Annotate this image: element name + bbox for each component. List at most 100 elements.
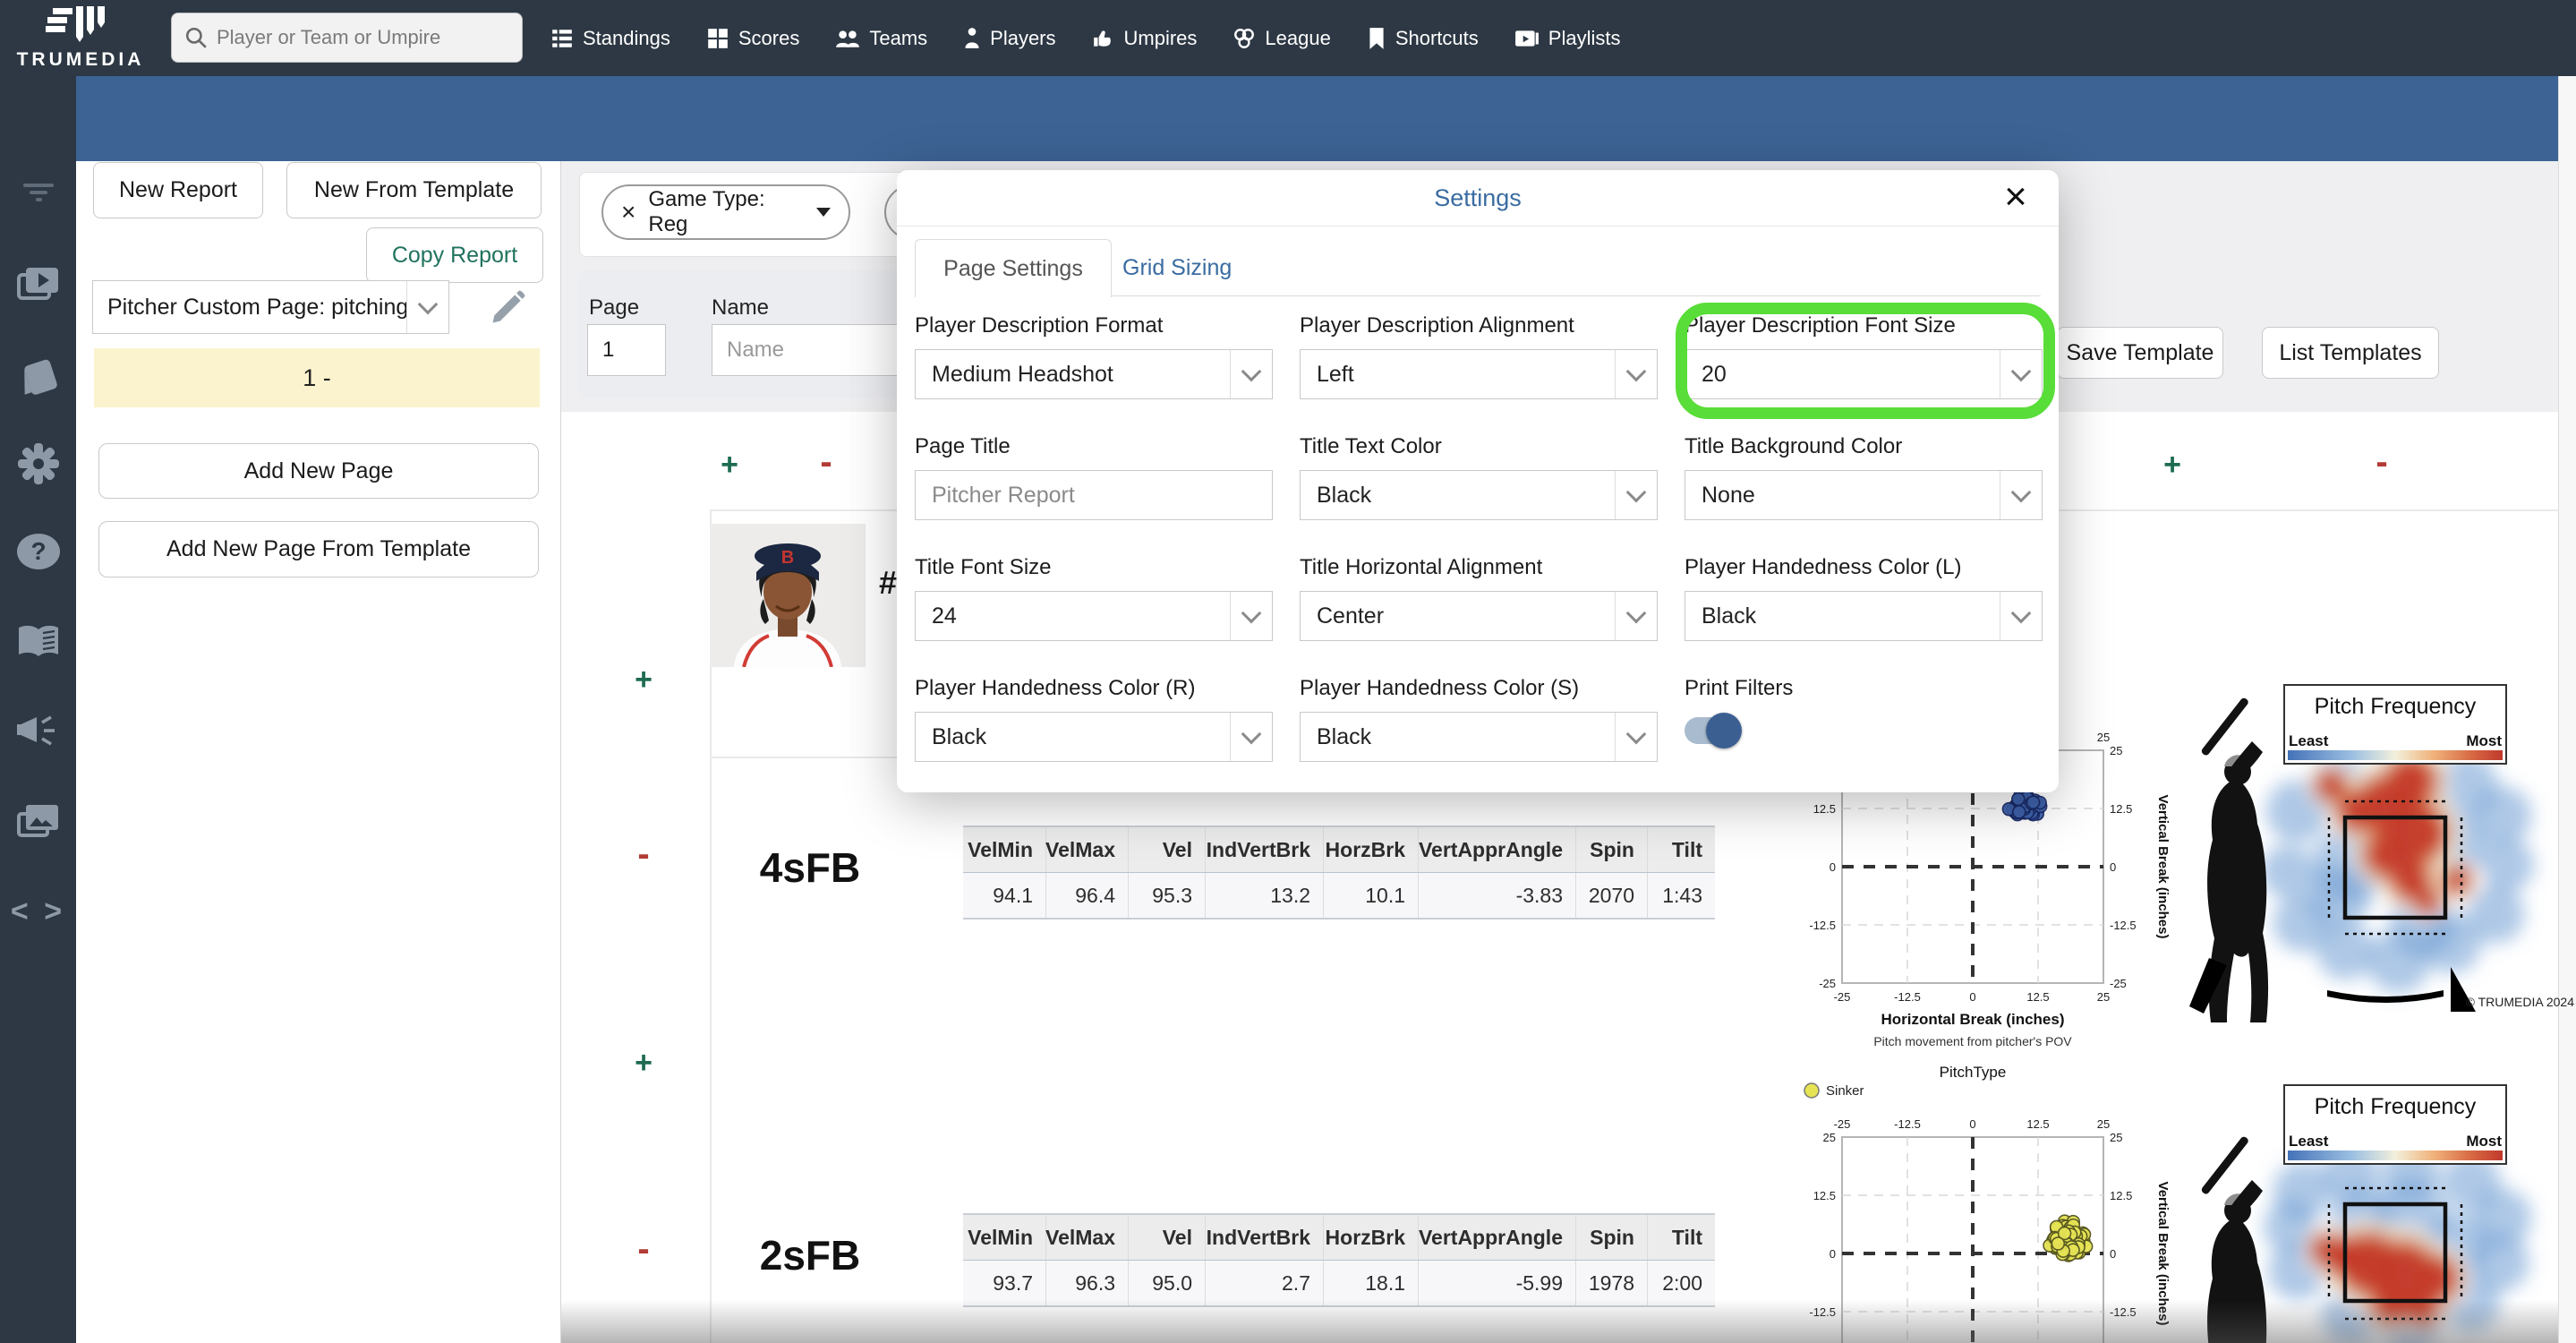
new-report-button[interactable]: New Report — [93, 162, 263, 218]
page-list-item-1[interactable]: 1 - — [94, 348, 540, 407]
field-title-background-color: Title Background Color None — [1685, 434, 2043, 520]
search-placeholder: Player or Team or Umpire — [217, 26, 441, 48]
nav-league[interactable]: League — [1233, 26, 1331, 50]
field-print-filters: Print Filters — [1685, 676, 2043, 748]
list-templates-button[interactable]: List Templates — [2262, 327, 2439, 379]
col-header: IndVertBrk — [1205, 1215, 1323, 1260]
report-select-value: Pitcher Custom Page: pitching -... — [107, 294, 406, 320]
col-header: Spin — [1575, 827, 1647, 872]
player-handedness-color-r-select[interactable]: Black — [915, 712, 1273, 762]
league-balls-icon — [1234, 28, 1255, 48]
page-number-input[interactable]: 1 — [587, 324, 666, 376]
nav-label: League — [1265, 26, 1331, 49]
nav-playlists[interactable]: Playlists — [1514, 26, 1621, 50]
field-title-horizontal-alignment: Title Horizontal Alignment Center — [1300, 555, 1658, 641]
megaphone-icon[interactable] — [0, 714, 76, 749]
title-font-size-select[interactable]: 24 — [915, 591, 1273, 641]
stat-cell: 95.3 — [1128, 873, 1205, 918]
gallery-icon[interactable] — [0, 803, 76, 841]
close-icon[interactable]: × — [1992, 174, 2039, 220]
remove-column-button[interactable]: - — [2368, 442, 2395, 483]
remove-column-button[interactable]: - — [813, 442, 840, 483]
nav-scores[interactable]: Scores — [706, 27, 799, 50]
nav-label: Standings — [583, 26, 670, 49]
player-handedness-color-s-select[interactable]: Black — [1300, 712, 1658, 762]
nav-teams[interactable]: Teams — [835, 27, 927, 50]
svg-text:0: 0 — [2110, 1247, 2116, 1261]
player-description-alignment-select[interactable]: Left — [1300, 349, 1658, 399]
stat-cell: 96.3 — [1045, 1261, 1128, 1305]
chevron-down-icon — [1230, 350, 1272, 398]
add-new-page-button[interactable]: Add New Page — [98, 443, 539, 499]
svg-text:?: ? — [30, 537, 46, 565]
nav-label: Teams — [869, 26, 928, 49]
field-value: Medium Headshot — [932, 361, 1113, 387]
nav-standings[interactable]: Standings — [550, 27, 670, 50]
svg-text:Pitch movement from pitcher's: Pitch movement from pitcher's POV — [1873, 1034, 2072, 1048]
cards-icon[interactable] — [0, 355, 76, 397]
new-from-template-button[interactable]: New From Template — [286, 162, 542, 218]
svg-text:12.5: 12.5 — [2110, 802, 2132, 816]
bottom-scroll-shadow — [561, 1300, 2558, 1343]
add-row-button[interactable]: + — [630, 663, 657, 697]
chevron-down-icon — [1230, 592, 1272, 640]
trumedia-logo[interactable]: TRUMEDIA — [9, 5, 152, 71]
player-description-format-select[interactable]: Medium Headshot — [915, 349, 1273, 399]
nav-label: Playlists — [1548, 26, 1621, 49]
gear-icon[interactable] — [0, 441, 76, 486]
book-icon[interactable] — [0, 624, 76, 660]
player-handedness-color-l-select[interactable]: Black — [1685, 591, 2043, 641]
field-label: Player Handedness Color (R) — [915, 676, 1196, 700]
svg-text:25: 25 — [2110, 744, 2122, 757]
col-header: Tilt — [1647, 827, 1715, 872]
field-title-text-color: Title Text Color Black — [1300, 434, 1658, 520]
close-icon[interactable]: × — [621, 198, 635, 227]
stat-cell: 1978 — [1575, 1261, 1647, 1305]
svg-text:Horizontal Break (inches): Horizontal Break (inches) — [1881, 1011, 2065, 1028]
code-icon[interactable]: < > — [0, 894, 76, 929]
edit-pencil-icon[interactable] — [488, 288, 527, 328]
chevron-down-icon — [2000, 471, 2042, 519]
stat-header-row: VelMin VelMax Vel IndVertBrk HorzBrk Ver… — [963, 827, 1715, 873]
add-column-button[interactable]: + — [2159, 448, 2186, 483]
remove-row-button[interactable]: - — [630, 1229, 657, 1270]
save-template-button[interactable]: Save Template — [2057, 327, 2223, 379]
col-header: Vel — [1128, 1215, 1205, 1260]
shortcuts-bookmark-icon — [1369, 27, 1384, 49]
help-icon[interactable]: ? — [0, 533, 76, 570]
app-window: TRUMEDIA Player or Team or Umpire Standi… — [0, 0, 2576, 1343]
chevron-down-icon — [816, 208, 831, 217]
remove-row-button[interactable]: - — [630, 834, 657, 875]
nav-shortcuts[interactable]: Shortcuts — [1367, 27, 1479, 50]
report-select[interactable]: Pitcher Custom Page: pitching -... — [92, 280, 449, 334]
title-text-color-select[interactable]: Black — [1300, 470, 1658, 520]
stat-value-row: 93.7 96.3 95.0 2.7 18.1 -5.99 1978 2:00 — [963, 1261, 1715, 1305]
video-playlist-icon[interactable] — [0, 266, 76, 304]
col-header: HorzBrk — [1323, 827, 1418, 872]
title-horizontal-alignment-select[interactable]: Center — [1300, 591, 1658, 641]
add-row-button[interactable]: + — [630, 1046, 657, 1081]
svg-text:Vertical Break (inches): Vertical Break (inches) — [2155, 795, 2171, 939]
svg-text:Pitch Frequency: Pitch Frequency — [2315, 1094, 2477, 1119]
filter-chip-game-type[interactable]: × Game Type: Reg — [601, 184, 850, 240]
add-new-page-from-template-button[interactable]: Add New Page From Template — [98, 521, 539, 577]
stat-cell: 10.1 — [1323, 873, 1418, 918]
nav-label: Shortcuts — [1395, 26, 1479, 49]
nav-umpires[interactable]: Umpires — [1092, 27, 1197, 50]
brand-text: TRUMEDIA — [16, 48, 145, 70]
tab-page-settings[interactable]: Page Settings — [915, 239, 1112, 297]
page-column-label: Page — [589, 295, 640, 320]
copy-report-button[interactable]: Copy Report — [366, 227, 543, 283]
svg-text:0: 0 — [1969, 1117, 1975, 1131]
add-column-button[interactable]: + — [716, 448, 743, 483]
chevron-down-icon — [2000, 592, 2042, 640]
svg-text:-12.5: -12.5 — [2110, 919, 2137, 932]
svg-text:0: 0 — [1969, 990, 1975, 1004]
title-background-color-select[interactable]: None — [1685, 470, 2043, 520]
nav-players[interactable]: Players — [963, 27, 1056, 50]
print-filters-toggle[interactable] — [1685, 713, 1742, 748]
search-input[interactable]: Player or Team or Umpire — [171, 13, 523, 63]
filter-icon[interactable] — [0, 182, 76, 203]
page-title-input[interactable]: Pitcher Report — [915, 470, 1273, 520]
tab-grid-sizing[interactable]: Grid Sizing — [1122, 239, 1232, 296]
